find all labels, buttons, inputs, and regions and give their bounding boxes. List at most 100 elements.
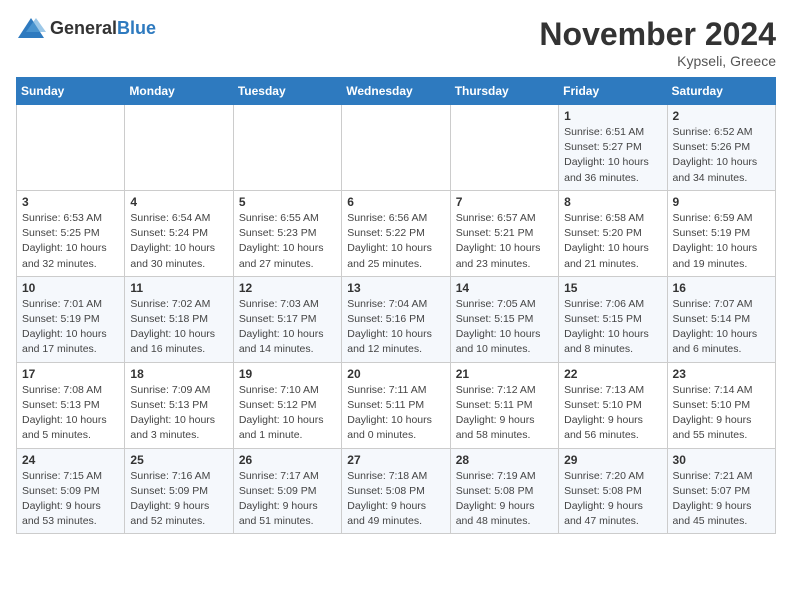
calendar-cell: 1 Sunrise: 6:51 AM Sunset: 5:27 PM Daylig… bbox=[559, 105, 667, 191]
day-info: Sunrise: 6:57 AM Sunset: 5:21 PM Dayligh… bbox=[456, 211, 553, 272]
day-number: 8 bbox=[564, 195, 661, 209]
day-number: 19 bbox=[239, 367, 336, 381]
day-number: 18 bbox=[130, 367, 227, 381]
calendar-cell: 26 Sunrise: 7:17 AM Sunset: 5:09 PM Dayli… bbox=[233, 448, 341, 534]
day-info: Sunrise: 7:13 AM Sunset: 5:10 PM Dayligh… bbox=[564, 383, 661, 444]
calendar-cell: 21 Sunrise: 7:12 AM Sunset: 5:11 PM Dayli… bbox=[450, 362, 558, 448]
day-number: 14 bbox=[456, 281, 553, 295]
calendar-cell: 14Sunrise: 7:05 AM Sunset: 5:15 PM Dayli… bbox=[450, 276, 558, 362]
calendar-cell: 3Sunrise: 6:53 AM Sunset: 5:25 PM Daylig… bbox=[17, 190, 125, 276]
day-info: Sunrise: 6:59 AM Sunset: 5:19 PM Dayligh… bbox=[673, 211, 770, 272]
day-info: Sunrise: 7:10 AM Sunset: 5:12 PM Dayligh… bbox=[239, 383, 336, 444]
day-number: 20 bbox=[347, 367, 444, 381]
day-info: Sunrise: 7:08 AM Sunset: 5:13 PM Dayligh… bbox=[22, 383, 119, 444]
day-of-week-header: Wednesday bbox=[342, 78, 450, 105]
calendar-cell bbox=[450, 105, 558, 191]
day-info: Sunrise: 7:11 AM Sunset: 5:11 PM Dayligh… bbox=[347, 383, 444, 444]
day-of-week-header: Tuesday bbox=[233, 78, 341, 105]
day-info: Sunrise: 6:56 AM Sunset: 5:22 PM Dayligh… bbox=[347, 211, 444, 272]
day-number: 16 bbox=[673, 281, 770, 295]
day-number: 2 bbox=[673, 109, 770, 123]
calendar-cell: 24 Sunrise: 7:15 AM Sunset: 5:09 PM Dayli… bbox=[17, 448, 125, 534]
day-of-week-header: Monday bbox=[125, 78, 233, 105]
day-number: 13 bbox=[347, 281, 444, 295]
day-number: 1 bbox=[564, 109, 661, 123]
day-number: 30 bbox=[673, 453, 770, 467]
day-info: Sunrise: 7:16 AM Sunset: 5:09 PM Dayligh… bbox=[130, 469, 227, 530]
calendar-cell: 27 Sunrise: 7:18 AM Sunset: 5:08 PM Dayli… bbox=[342, 448, 450, 534]
logo: GeneralBlue bbox=[16, 16, 156, 40]
logo-icon bbox=[16, 16, 46, 40]
calendar-cell: 16 Sunrise: 7:07 AM Sunset: 5:14 PM Dayli… bbox=[667, 276, 775, 362]
day-number: 29 bbox=[564, 453, 661, 467]
day-info: Sunrise: 6:54 AM Sunset: 5:24 PM Dayligh… bbox=[130, 211, 227, 272]
calendar-week-row: 24 Sunrise: 7:15 AM Sunset: 5:09 PM Dayli… bbox=[17, 448, 776, 534]
calendar-cell: 5 Sunrise: 6:55 AM Sunset: 5:23 PM Daylig… bbox=[233, 190, 341, 276]
day-number: 11 bbox=[130, 281, 227, 295]
day-number: 10 bbox=[22, 281, 119, 295]
day-info: Sunrise: 7:06 AM Sunset: 5:15 PM Dayligh… bbox=[564, 297, 661, 358]
calendar-cell: 4 Sunrise: 6:54 AM Sunset: 5:24 PM Daylig… bbox=[125, 190, 233, 276]
day-number: 6 bbox=[347, 195, 444, 209]
day-number: 27 bbox=[347, 453, 444, 467]
logo-general: General bbox=[50, 18, 117, 38]
calendar-cell: 19 Sunrise: 7:10 AM Sunset: 5:12 PM Dayli… bbox=[233, 362, 341, 448]
day-of-week-header: Friday bbox=[559, 78, 667, 105]
day-info: Sunrise: 7:07 AM Sunset: 5:14 PM Dayligh… bbox=[673, 297, 770, 358]
calendar-cell: 11 Sunrise: 7:02 AM Sunset: 5:18 PM Dayli… bbox=[125, 276, 233, 362]
day-of-week-header: Sunday bbox=[17, 78, 125, 105]
day-info: Sunrise: 6:52 AM Sunset: 5:26 PM Dayligh… bbox=[673, 125, 770, 186]
day-info: Sunrise: 7:09 AM Sunset: 5:13 PM Dayligh… bbox=[130, 383, 227, 444]
day-info: Sunrise: 6:55 AM Sunset: 5:23 PM Dayligh… bbox=[239, 211, 336, 272]
day-number: 17 bbox=[22, 367, 119, 381]
calendar-week-row: 10Sunrise: 7:01 AM Sunset: 5:19 PM Dayli… bbox=[17, 276, 776, 362]
logo-blue: Blue bbox=[117, 18, 156, 38]
day-number: 4 bbox=[130, 195, 227, 209]
calendar-week-row: 3Sunrise: 6:53 AM Sunset: 5:25 PM Daylig… bbox=[17, 190, 776, 276]
calendar-cell: 23Sunrise: 7:14 AM Sunset: 5:10 PM Dayli… bbox=[667, 362, 775, 448]
calendar-cell bbox=[125, 105, 233, 191]
calendar-week-row: 1 Sunrise: 6:51 AM Sunset: 5:27 PM Daylig… bbox=[17, 105, 776, 191]
calendar-cell: 2 Sunrise: 6:52 AM Sunset: 5:26 PM Daylig… bbox=[667, 105, 775, 191]
day-info: Sunrise: 6:53 AM Sunset: 5:25 PM Dayligh… bbox=[22, 211, 119, 272]
day-info: Sunrise: 7:19 AM Sunset: 5:08 PM Dayligh… bbox=[456, 469, 553, 530]
calendar-cell: 28Sunrise: 7:19 AM Sunset: 5:08 PM Dayli… bbox=[450, 448, 558, 534]
calendar-cell bbox=[17, 105, 125, 191]
calendar-cell bbox=[233, 105, 341, 191]
calendar-cell: 7 Sunrise: 6:57 AM Sunset: 5:21 PM Daylig… bbox=[450, 190, 558, 276]
day-number: 7 bbox=[456, 195, 553, 209]
day-info: Sunrise: 7:03 AM Sunset: 5:17 PM Dayligh… bbox=[239, 297, 336, 358]
calendar-cell: 12 Sunrise: 7:03 AM Sunset: 5:17 PM Dayli… bbox=[233, 276, 341, 362]
day-info: Sunrise: 7:02 AM Sunset: 5:18 PM Dayligh… bbox=[130, 297, 227, 358]
calendar-cell: 13 Sunrise: 7:04 AM Sunset: 5:16 PM Dayli… bbox=[342, 276, 450, 362]
calendar-cell: 22 Sunrise: 7:13 AM Sunset: 5:10 PM Dayli… bbox=[559, 362, 667, 448]
calendar-cell: 20 Sunrise: 7:11 AM Sunset: 5:11 PM Dayli… bbox=[342, 362, 450, 448]
day-number: 21 bbox=[456, 367, 553, 381]
day-info: Sunrise: 7:21 AM Sunset: 5:07 PM Dayligh… bbox=[673, 469, 770, 530]
day-number: 22 bbox=[564, 367, 661, 381]
day-info: Sunrise: 7:14 AM Sunset: 5:10 PM Dayligh… bbox=[673, 383, 770, 444]
day-info: Sunrise: 7:15 AM Sunset: 5:09 PM Dayligh… bbox=[22, 469, 119, 530]
day-info: Sunrise: 7:18 AM Sunset: 5:08 PM Dayligh… bbox=[347, 469, 444, 530]
day-info: Sunrise: 7:04 AM Sunset: 5:16 PM Dayligh… bbox=[347, 297, 444, 358]
day-number: 24 bbox=[22, 453, 119, 467]
day-info: Sunrise: 6:51 AM Sunset: 5:27 PM Dayligh… bbox=[564, 125, 661, 186]
day-number: 25 bbox=[130, 453, 227, 467]
calendar-cell: 25 Sunrise: 7:16 AM Sunset: 5:09 PM Dayli… bbox=[125, 448, 233, 534]
day-number: 9 bbox=[673, 195, 770, 209]
day-number: 26 bbox=[239, 453, 336, 467]
calendar-cell: 18 Sunrise: 7:09 AM Sunset: 5:13 PM Dayli… bbox=[125, 362, 233, 448]
day-number: 5 bbox=[239, 195, 336, 209]
calendar-cell: 9 Sunrise: 6:59 AM Sunset: 5:19 PM Daylig… bbox=[667, 190, 775, 276]
calendar-cell: 8Sunrise: 6:58 AM Sunset: 5:20 PM Daylig… bbox=[559, 190, 667, 276]
calendar-cell: 15 Sunrise: 7:06 AM Sunset: 5:15 PM Dayli… bbox=[559, 276, 667, 362]
calendar-cell: 30 Sunrise: 7:21 AM Sunset: 5:07 PM Dayli… bbox=[667, 448, 775, 534]
day-info: Sunrise: 7:17 AM Sunset: 5:09 PM Dayligh… bbox=[239, 469, 336, 530]
day-info: Sunrise: 7:12 AM Sunset: 5:11 PM Dayligh… bbox=[456, 383, 553, 444]
day-number: 12 bbox=[239, 281, 336, 295]
day-number: 15 bbox=[564, 281, 661, 295]
location: Kypseli, Greece bbox=[539, 53, 776, 69]
day-info: Sunrise: 7:20 AM Sunset: 5:08 PM Dayligh… bbox=[564, 469, 661, 530]
day-of-week-header: Thursday bbox=[450, 78, 558, 105]
calendar-header-row: SundayMondayTuesdayWednesdayThursdayFrid… bbox=[17, 78, 776, 105]
